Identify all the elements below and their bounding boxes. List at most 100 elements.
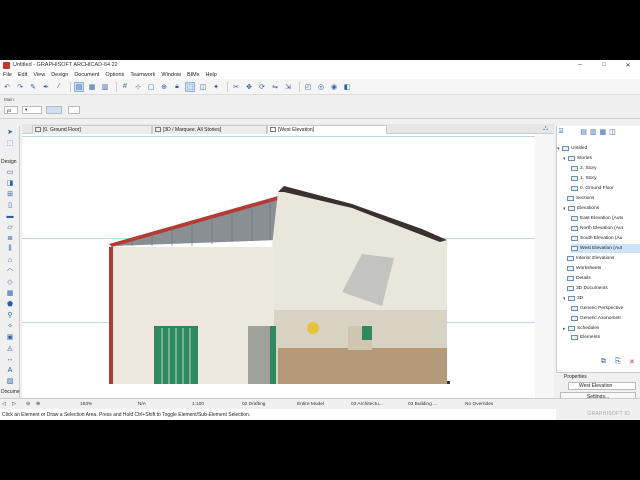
- fill-tool-icon[interactable]: ▨: [5, 377, 15, 385]
- slab-tool-icon[interactable]: ▱: [5, 223, 15, 231]
- tab-ground-floor[interactable]: [0. Ground Floor]: [32, 125, 152, 134]
- layout-book-icon[interactable]: ▥: [590, 128, 597, 140]
- clone-view-icon[interactable]: ⎘: [615, 358, 621, 366]
- view-name-field[interactable]: West Elevation: [568, 382, 636, 390]
- tree-item-worksheets[interactable]: Worksheets: [567, 264, 601, 273]
- lock-icon[interactable]: 🔒︎: [172, 82, 182, 92]
- tree-item-story-1[interactable]: 1. Story: [571, 174, 597, 183]
- elevation-canvas[interactable]: [22, 134, 554, 399]
- shell-tool-icon[interactable]: ◠: [5, 267, 15, 275]
- tree-item-generic-perspective[interactable]: Generic Perspective: [571, 304, 623, 313]
- close-button[interactable]: ✕: [616, 60, 640, 70]
- railing-tool-icon[interactable]: ⫼: [5, 245, 15, 253]
- redo-view-icon[interactable]: ▷: [12, 400, 16, 408]
- pen-set-option[interactable]: 03 Architectu...: [351, 400, 383, 408]
- tab-west-elevation[interactable]: [West Elevation]: [267, 125, 387, 134]
- zone-tool-icon[interactable]: ▣: [5, 333, 15, 341]
- organizer-icon[interactable]: ◫: [609, 128, 616, 140]
- zoom-out-icon[interactable]: ⊖: [26, 400, 30, 408]
- maximize-button[interactable]: □: [592, 60, 616, 70]
- magic-wand-icon[interactable]: ✦: [211, 82, 221, 92]
- guide-lines-icon[interactable]: ⊹: [133, 82, 143, 92]
- window-tool-icon[interactable]: ⊞: [5, 190, 15, 198]
- move-icon[interactable]: ✥: [244, 82, 254, 92]
- menu-document[interactable]: Document: [74, 72, 99, 78]
- geometry-method-button[interactable]: [46, 106, 62, 114]
- section-plane-icon[interactable]: ◧: [342, 82, 352, 92]
- marquee-icon[interactable]: ⬚: [185, 81, 195, 92]
- zoom-level[interactable]: 183%: [80, 400, 92, 408]
- canvas-scroll-strip[interactable]: [535, 134, 554, 399]
- arrow-tool-icon[interactable]: ➤: [5, 128, 15, 136]
- undo-view-icon[interactable]: ◁: [2, 400, 6, 408]
- mesh-tool-icon[interactable]: ◬: [5, 344, 15, 352]
- publisher-icon[interactable]: ▦: [599, 128, 606, 140]
- stair-tool-icon[interactable]: ≣: [5, 234, 15, 242]
- delete-view-icon[interactable]: ✕: [629, 358, 635, 366]
- object-tool-icon[interactable]: ⚲: [5, 311, 15, 319]
- skylight-tool-icon[interactable]: ◇: [5, 278, 15, 286]
- partial-structure-icon[interactable]: ▥: [100, 82, 110, 92]
- arrow-tool-button[interactable]: [68, 106, 80, 114]
- menu-options[interactable]: Options: [105, 72, 124, 78]
- morph-tool-icon[interactable]: ⬟: [5, 300, 15, 308]
- grid-snap-icon[interactable]: #: [120, 82, 130, 92]
- zoom-in-icon[interactable]: ⊕: [36, 400, 40, 408]
- eyedropper-icon[interactable]: ⁄: [54, 82, 64, 92]
- menu-bimx[interactable]: BIMx: [187, 72, 200, 78]
- menu-file[interactable]: File: [3, 72, 12, 78]
- tab-3d-marquee[interactable]: [3D / Marquee, All Stories]: [152, 125, 267, 134]
- graphic-override-option[interactable]: No Overrides: [465, 400, 493, 408]
- tree-item-north-elevation[interactable]: North Elevation (Aut: [571, 224, 623, 233]
- undo-icon[interactable]: ↶: [2, 82, 12, 92]
- pen-set-icon[interactable]: ▦: [87, 82, 97, 92]
- text-tool-icon[interactable]: A: [5, 366, 15, 374]
- menu-help[interactable]: Help: [206, 72, 217, 78]
- tree-item-ground-floor[interactable]: 0. Ground Floor: [571, 184, 614, 193]
- tree-item-elements[interactable]: Elements: [571, 334, 600, 340]
- scale-field[interactable]: 1:100: [192, 400, 204, 408]
- marquee-tool-icon[interactable]: ⬚: [5, 139, 15, 147]
- rotation-angle[interactable]: N/A: [138, 400, 146, 408]
- explore-icon[interactable]: ◉: [329, 82, 339, 92]
- tree-item-south-elevation[interactable]: South Elevation (Au: [571, 234, 622, 243]
- project-map-icon[interactable]: ⌸: [559, 128, 563, 140]
- zoom-in-icon[interactable]: ⊕: [159, 82, 169, 92]
- tree-item-3d-documents[interactable]: 3D Documents: [567, 284, 608, 293]
- stretch-icon[interactable]: ⇲: [283, 82, 293, 92]
- fit-in-window-icon[interactable]: ▢: [146, 82, 156, 92]
- pen-field[interactable]: pt: [4, 106, 18, 114]
- rotate-icon[interactable]: ⟳: [257, 82, 267, 92]
- orbit-icon[interactable]: ◎: [316, 82, 326, 92]
- layer-settings-icon[interactable]: ▤: [74, 81, 84, 92]
- redo-icon[interactable]: ↷: [15, 82, 25, 92]
- pencil-icon[interactable]: ✎: [28, 82, 38, 92]
- tree-item-generic-axonometry[interactable]: Generic Axonometr: [571, 314, 621, 323]
- tree-item-3d[interactable]: ▾ 3D: [563, 294, 583, 303]
- minimize-button[interactable]: ─: [568, 60, 592, 70]
- tree-item-story-2[interactable]: 2. Story: [571, 164, 597, 173]
- beam-tool-icon[interactable]: ▬: [5, 212, 15, 220]
- render-3d-icon[interactable]: ◰: [303, 82, 313, 92]
- tree-item-west-elevation[interactable]: West Elevation (Aut: [571, 244, 640, 253]
- pen-icon[interactable]: ✒: [41, 82, 51, 92]
- dimension-style-option[interactable]: 03 Building ...: [408, 400, 437, 408]
- roof-tool-icon[interactable]: ⌂: [5, 256, 15, 264]
- trace-icon[interactable]: ◫: [198, 82, 208, 92]
- mirror-icon[interactable]: ⇋: [270, 82, 280, 92]
- layer-combination[interactable]: 02 Drafting: [242, 400, 265, 408]
- tree-item-stories[interactable]: ▾ Stories: [563, 154, 592, 163]
- tree-item-schedules[interactable]: ▸ Schedules: [563, 324, 599, 333]
- view-map-icon[interactable]: ▤: [580, 128, 587, 140]
- tree-item-untitled[interactable]: ▾ Untitled: [557, 144, 587, 153]
- model-view-option[interactable]: Entire Model: [297, 400, 324, 408]
- door-tool-icon[interactable]: ◨: [5, 179, 15, 187]
- menu-design[interactable]: Design: [51, 72, 68, 78]
- column-tool-icon[interactable]: ▯: [5, 201, 15, 209]
- tree-item-interior-elevations[interactable]: Interior Elevations: [567, 254, 614, 263]
- tree-item-details[interactable]: Details: [567, 274, 591, 283]
- tree-item-elevations[interactable]: ▾ Elevations: [563, 204, 599, 213]
- scissors-icon[interactable]: ✂: [231, 82, 241, 92]
- menu-view[interactable]: View: [33, 72, 45, 78]
- selector-field[interactable]: ▾: [22, 106, 42, 114]
